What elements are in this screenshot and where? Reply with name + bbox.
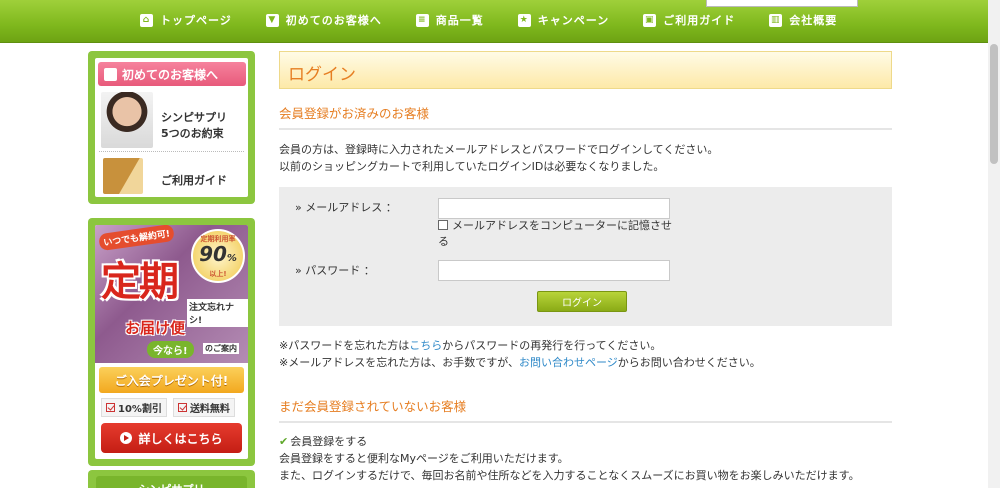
details-label: 詳しくはこちら <box>138 431 223 446</box>
home-icon: ⌂ <box>140 13 153 27</box>
nav-item-top-page[interactable]: ⌂ トップページ <box>140 12 232 28</box>
otodoke-heading: お届け便 <box>125 319 186 337</box>
remember-email-option[interactable]: メールアドレスをコンピューターに記憶させる <box>438 218 678 250</box>
nav-label: 初めてのお客様へ <box>285 14 382 27</box>
nav-item-guide[interactable]: ▣ ご利用ガイド <box>643 12 735 28</box>
free-shipping-label: 送料無料 <box>189 404 230 415</box>
beginner-mark-icon <box>104 67 117 81</box>
desc-line1: 会員の方は、登録時に入力されたメールアドレスとパスワードでログインしてください。 <box>279 143 719 156</box>
main-content: ログイン 会員登録がお済みのお客様 会員の方は、登録時に入力されたメールアドレス… <box>279 51 892 484</box>
checkbox-icon <box>177 403 187 412</box>
nav-item-company[interactable]: ▥ 会社概要 <box>769 12 837 28</box>
contact-page-link[interactable]: お問い合わせページ <box>519 356 618 369</box>
rate-value: 90% <box>199 241 237 266</box>
header-dropdown-edge <box>706 0 858 7</box>
nav-list: ⌂ トップページ ▼ 初めてのお客様へ ≡ 商品一覧 ★ キャンペーン ▣ ご利… <box>140 12 871 28</box>
register-line2: また、ログインするだけで、毎回お名前や住所などを入力することなくスムーズにお買い… <box>279 469 860 482</box>
sidebar: 初めてのお客様へ シンピサプリ 5つのお約束 ご利用ガイド いつでも解約可! 定… <box>88 51 255 488</box>
nav-label: 商品一覧 <box>435 14 484 27</box>
password-label: » パスワード ： <box>295 264 375 277</box>
login-description: 会員の方は、登録時に入力されたメールアドレスとパスワードでログインしてください。… <box>279 141 892 175</box>
sidebar-info-inner: 初めてのお客様へ シンピサプリ 5つのお約束 ご利用ガイド <box>95 58 248 197</box>
page-title: ログイン <box>279 51 892 89</box>
sidebar-bottom-banner[interactable]: シンピサプリ <box>88 470 255 488</box>
guide-link[interactable]: ご利用ガイド <box>161 172 227 188</box>
forgot-password-note: ※パスワードを忘れた方はこちらからパスワードの再発行を行ってください。 <box>279 339 662 352</box>
register-section: ✔ 会員登録をする 会員登録をすると便利なMyページをご利用いただけます。 また、… <box>279 433 892 484</box>
nav-item-first-time[interactable]: ▼ 初めてのお客様へ <box>265 12 382 28</box>
first-time-label: 初めてのお客様へ <box>122 67 219 82</box>
password-field[interactable] <box>438 260 670 281</box>
free-shipping-tag: 送料無料 <box>172 398 235 417</box>
promise-line1: シンピサプリ <box>161 111 227 124</box>
nav-label: トップページ <box>160 14 232 27</box>
teiki-heading: 定期 <box>101 258 179 305</box>
email-field[interactable] <box>438 198 670 219</box>
signup-gift-banner[interactable]: ご入会プレゼント付! <box>99 367 244 393</box>
register-title: 会員登録をする <box>290 435 368 448</box>
members-heading: 会員登録がお済みのお客様 <box>279 103 892 130</box>
nonmember-heading: まだ会員登録されていないお客様 <box>279 396 892 423</box>
discount-label: 10%割引 <box>118 404 162 415</box>
register-link[interactable]: ✔ 会員登録をする <box>279 433 892 450</box>
star-icon: ★ <box>517 13 531 27</box>
nav-item-products[interactable]: ≡ 商品一覧 <box>415 12 484 28</box>
password-reset-link[interactable]: こちら <box>409 339 442 352</box>
no-forget-label: 注文忘れナシ! <box>187 299 248 327</box>
desc-line2: 以前のショッピングカートで利用していたログインIDは必要なくなりました。 <box>279 160 665 173</box>
check-icon: ✔ <box>279 435 289 448</box>
benefit-tags: 10%割引 送料無料 <box>101 398 235 417</box>
subscription-promo-inner: いつでも解約可! 定期 定期利用率 90% 以上! 注文忘れナシ! お届け便 今… <box>95 225 248 459</box>
list-icon: ≡ <box>415 13 429 27</box>
remember-checkbox[interactable] <box>438 220 448 230</box>
nav-label: 会社概要 <box>789 14 838 27</box>
bottom-banner-label: シンピサプリ <box>96 476 247 488</box>
now-pill: 今なら! <box>147 341 194 358</box>
email-label: » メールアドレス ： <box>295 201 397 214</box>
beginner-mark-icon: ▼ <box>265 13 279 27</box>
details-button[interactable]: 詳しくはこちら <box>101 423 242 453</box>
first-time-banner[interactable]: 初めてのお客様へ <box>98 62 246 86</box>
guide-small-label: のご案内 <box>203 343 239 354</box>
nav-item-campaign[interactable]: ★ キャンペーン <box>517 12 610 28</box>
vertical-scrollbar[interactable] <box>988 0 1000 488</box>
nav-label: キャンペーン <box>537 14 610 27</box>
building-icon: ▥ <box>769 13 783 27</box>
sidebar-info-box: 初めてのお客様へ シンピサプリ 5つのお約束 ご利用ガイド <box>88 51 255 204</box>
checkbox-icon <box>106 403 115 412</box>
play-icon <box>120 432 133 444</box>
rate-sub: 以上! <box>209 269 227 278</box>
forgot-email-note: ※メールアドレスを忘れた方は、お手数ですが、お問い合わせページからお問い合わせく… <box>279 356 761 369</box>
rate-badge: 定期利用率 90% 以上! <box>191 229 245 283</box>
discount-tag: 10%割引 <box>101 398 167 417</box>
guide-book-image[interactable] <box>103 158 143 194</box>
scrollbar-thumb[interactable] <box>990 44 998 164</box>
staff-photo[interactable] <box>101 92 153 148</box>
divider <box>99 151 244 152</box>
subscription-promo-box: いつでも解約可! 定期 定期利用率 90% 以上! 注文忘れナシ! お届け便 今… <box>88 218 255 466</box>
login-form: » メールアドレス ： メールアドレスをコンピューターに記憶させる » パスワー… <box>279 187 892 326</box>
guide-icon: ▣ <box>643 13 657 27</box>
promise-link[interactable]: シンピサプリ 5つのお約束 <box>161 110 227 142</box>
promise-line2: 5つのお約束 <box>161 127 224 140</box>
forgot-notes: ※パスワードを忘れた方はこちらからパスワードの再発行を行ってください。 ※メール… <box>279 337 892 371</box>
login-button[interactable]: ログイン <box>537 291 627 312</box>
remember-label: メールアドレスをコンピューターに記憶させる <box>438 219 672 248</box>
register-line1: 会員登録をすると便利なMyページをご利用いただけます。 <box>279 452 569 465</box>
nav-label: ご利用ガイド <box>663 14 736 27</box>
